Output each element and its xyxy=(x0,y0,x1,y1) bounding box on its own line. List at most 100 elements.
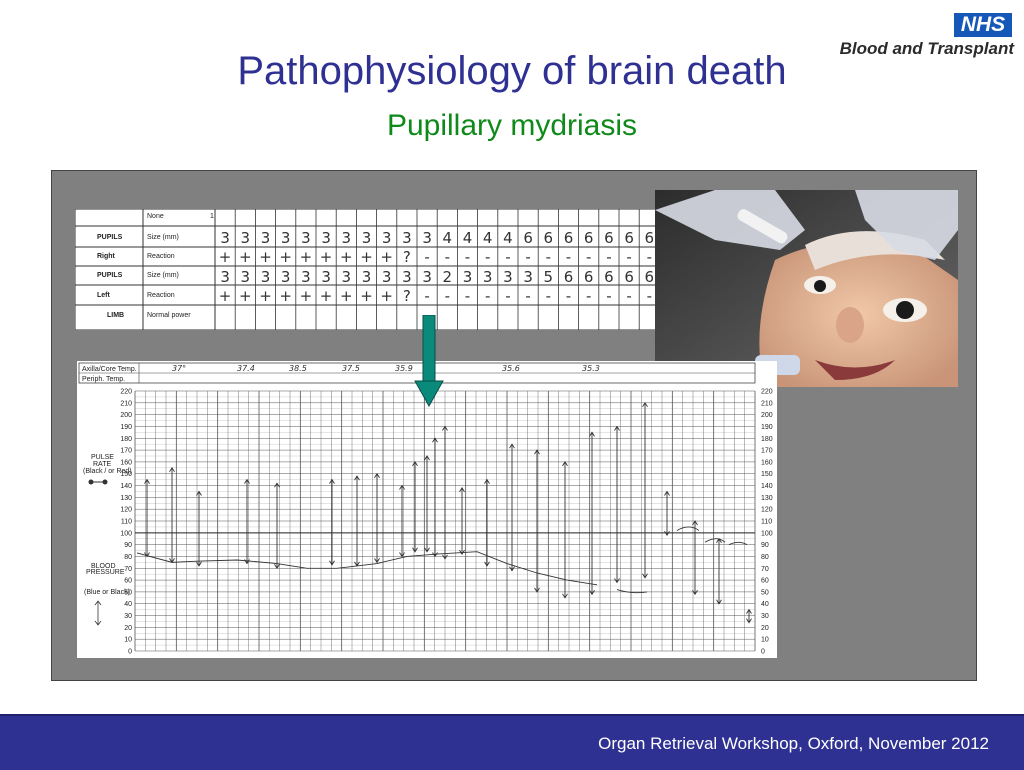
scale-label-right: 210 xyxy=(761,400,773,407)
right-pupil-reaction: ? xyxy=(403,248,411,266)
right-pupil-size: 3 xyxy=(321,229,331,247)
left-pupil-size: 3 xyxy=(301,268,311,286)
left-pupil-reaction: - xyxy=(586,287,591,305)
scale-label-right: 70 xyxy=(761,566,769,573)
right-pupil-size: 6 xyxy=(604,229,614,247)
footer-bar: Organ Retrieval Workshop, Oxford, Novemb… xyxy=(0,714,1024,770)
scale-label-left: 20 xyxy=(124,625,132,632)
left-pupil-size: 2 xyxy=(443,268,453,286)
scale-label-right: 100 xyxy=(761,530,773,537)
scale-label-left: 210 xyxy=(120,400,132,407)
left-pupil-size: 6 xyxy=(624,268,634,286)
right-pupil-size: 6 xyxy=(624,229,634,247)
scale-label-left: 30 xyxy=(124,613,132,620)
right-pupil-reaction: - xyxy=(566,248,571,266)
right-pupil-size: 4 xyxy=(463,229,473,247)
row-label-reaction-left: Reaction xyxy=(147,292,175,299)
right-pupil-size: 3 xyxy=(241,229,251,247)
left-pupil-size: 3 xyxy=(503,268,513,286)
right-pupil-reaction: + xyxy=(340,248,353,266)
scale-label-left: 60 xyxy=(124,578,132,585)
left-pupil-size: 5 xyxy=(544,268,554,286)
left-pupil-reaction: - xyxy=(626,287,631,305)
scale-label-left: 200 xyxy=(120,412,132,419)
right-pupil-size: 3 xyxy=(220,229,230,247)
periph-temp-label: Periph. Temp. xyxy=(82,376,125,383)
left-pupil-size: 6 xyxy=(604,268,614,286)
right-pupil-size: 6 xyxy=(584,229,594,247)
right-pupil-size: 4 xyxy=(443,229,453,247)
pulse-label-1: PULSE xyxy=(91,454,114,461)
right-pupil-reaction: - xyxy=(465,248,470,266)
right-pupil-size: 6 xyxy=(564,229,574,247)
scale-label-left: 110 xyxy=(121,519,132,526)
right-pupil-reaction: + xyxy=(239,248,252,266)
scale-label-right: 60 xyxy=(761,578,769,585)
dilated-pupil xyxy=(896,301,914,319)
right-pupil-size: 3 xyxy=(342,229,352,247)
teal-arrow-indicator xyxy=(414,315,444,407)
right-pupil-reaction: + xyxy=(360,248,373,266)
eye-examination-photo xyxy=(655,190,958,387)
scale-label-left: 10 xyxy=(124,637,132,644)
left-pupil-size: 6 xyxy=(645,268,655,286)
right-pupil-size: 3 xyxy=(261,229,271,247)
scale-label-left: 190 xyxy=(120,424,132,431)
right-pupil-reaction: - xyxy=(505,248,510,266)
scale-label-right: 40 xyxy=(761,601,769,608)
left-pupil-reaction: + xyxy=(320,287,333,305)
left-pupil-reaction: + xyxy=(360,287,373,305)
left-pupil-reaction: - xyxy=(424,287,429,305)
scale-label-left: 90 xyxy=(124,542,132,549)
bp-label-2: PRESSURE xyxy=(86,569,125,576)
left-pupil-reaction: + xyxy=(380,287,393,305)
left-pupil-reaction: - xyxy=(525,287,530,305)
slide-subtitle: Pupillary mydriasis xyxy=(386,109,638,142)
right-pupil-size: 6 xyxy=(523,229,533,247)
scale-label-left: 0 xyxy=(128,649,132,656)
scale-label-right: 30 xyxy=(761,613,769,620)
scale-label-right: 150 xyxy=(761,471,773,478)
right-pupil-size: 3 xyxy=(402,229,412,247)
scale-label-left: 120 xyxy=(120,507,132,514)
right-pupil-size: 4 xyxy=(483,229,493,247)
right-pupil-reaction: - xyxy=(626,248,631,266)
left-pupil-size: 3 xyxy=(281,268,291,286)
row-label-size-left: Size (mm) xyxy=(147,272,179,279)
left-pupil-reaction: + xyxy=(340,287,353,305)
scale-label-right: 190 xyxy=(761,424,773,431)
left-pupil-reaction: - xyxy=(566,287,571,305)
row-group-left: Left xyxy=(97,292,111,299)
left-pupil-size: 3 xyxy=(382,268,392,286)
right-pupil-size: 3 xyxy=(281,229,291,247)
row-group-right: Right xyxy=(97,253,116,260)
left-pupil-size: 3 xyxy=(402,268,412,286)
temperature-reading: 37.5 xyxy=(342,364,360,373)
scale-label-right: 170 xyxy=(761,448,773,455)
row-label-none: None xyxy=(147,213,164,220)
right-pupil-size: 3 xyxy=(382,229,392,247)
left-pupil-reaction: ? xyxy=(403,287,411,305)
row-group-limb: LIMB xyxy=(107,312,124,319)
pupil-observation-chart: None 1 PUPILS Size (mm) Right Reaction P… xyxy=(75,209,679,330)
left-pupil-reaction: + xyxy=(239,287,252,305)
bp-label-3: (Blue or Black) xyxy=(84,589,130,596)
scale-label-right: 50 xyxy=(761,589,769,596)
scale-label-right: 220 xyxy=(761,389,773,396)
scale-label-left: 80 xyxy=(124,554,132,561)
scale-label-right: 180 xyxy=(761,436,773,443)
right-pupil-reaction: - xyxy=(546,248,551,266)
scale-label-right: 0 xyxy=(761,649,765,656)
temperature-reading: 37.4 xyxy=(237,364,255,373)
left-pupil-size: 3 xyxy=(362,268,372,286)
scale-label-left: 40 xyxy=(124,601,132,608)
right-pupil-reaction: - xyxy=(586,248,591,266)
nhs-logo-box: NHS xyxy=(954,13,1012,37)
left-pupil-reaction: + xyxy=(279,287,292,305)
left-pupil-size: 3 xyxy=(422,268,432,286)
scale-label-right: 90 xyxy=(761,542,769,549)
left-pupil-size: 3 xyxy=(342,268,352,286)
row-label-normal-power: Normal power xyxy=(147,312,191,319)
scale-label-left: 180 xyxy=(120,436,132,443)
right-pupil-reaction: + xyxy=(279,248,292,266)
